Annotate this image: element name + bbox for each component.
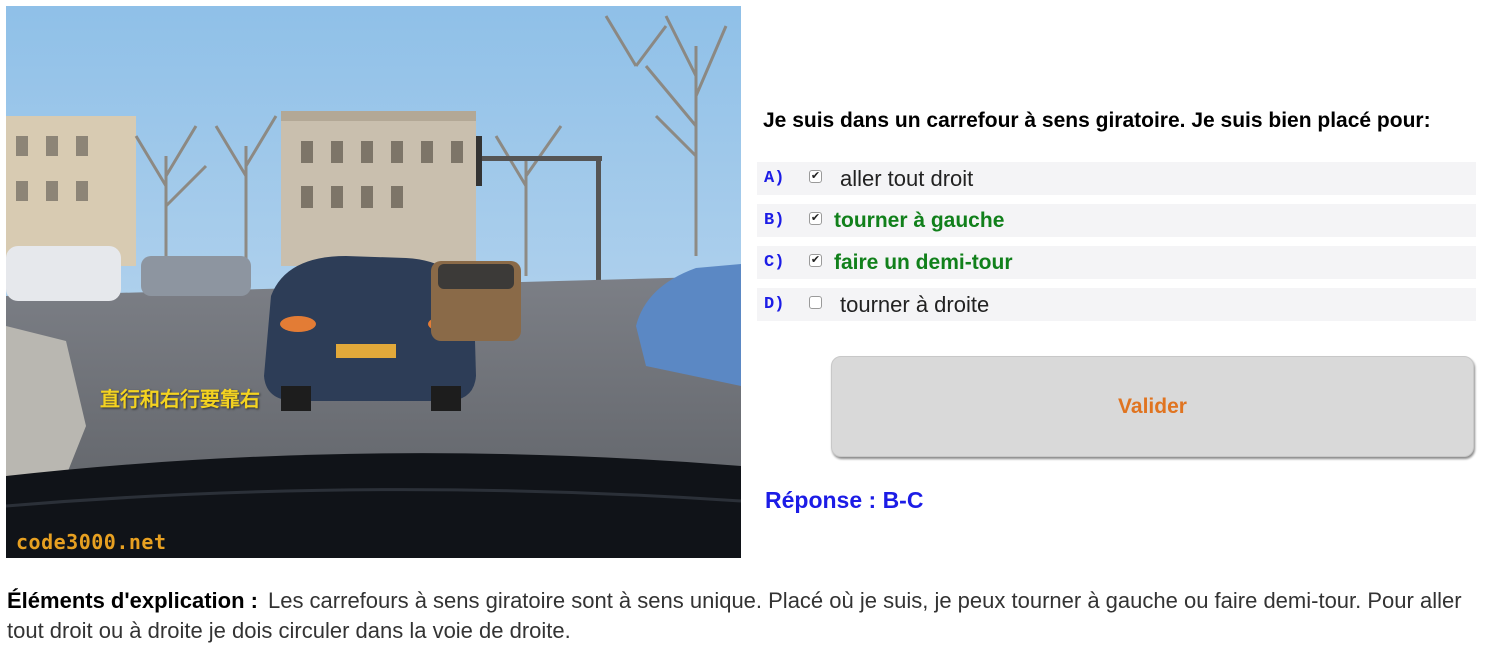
answer-letter: C)	[764, 253, 785, 272]
photo-caption: 直行和右行要靠右	[100, 387, 260, 411]
answer-option-c[interactable]: C) ✔ faire un demi-tour	[757, 246, 1476, 279]
answer-label: faire un demi-tour	[834, 250, 1013, 274]
explanation-block: Éléments d'explication : Les carrefours à…	[7, 586, 1477, 646]
answer-option-a[interactable]: A) ✔ aller tout droit	[757, 162, 1476, 195]
answer-option-d[interactable]: D) tourner à droite	[757, 288, 1476, 321]
answer-list: A) ✔ aller tout droit B) ✔ tourner à gau…	[757, 162, 1476, 330]
answer-letter: A)	[764, 169, 785, 188]
answer-option-b[interactable]: B) ✔ tourner à gauche	[757, 204, 1476, 237]
explanation-label: Éléments d'explication :	[7, 588, 258, 613]
question-photo: 直行和右行要靠右 code3000.net	[6, 6, 741, 558]
roundabout-scene-image	[6, 6, 741, 558]
answer-checkbox-b[interactable]: ✔	[809, 212, 822, 225]
answer-checkbox-a[interactable]: ✔	[809, 170, 822, 183]
response-text: Réponse : B-C	[765, 487, 924, 513]
watermark-text: code3000.net	[16, 530, 167, 554]
answer-letter: D)	[764, 295, 785, 314]
answer-checkbox-c[interactable]: ✔	[809, 254, 822, 267]
answer-letter: B)	[764, 211, 785, 230]
validate-button[interactable]: Valider	[831, 356, 1474, 457]
answer-checkbox-d[interactable]	[809, 296, 822, 309]
question-text: Je suis dans un carrefour à sens giratoi…	[763, 109, 1431, 132]
answer-label: tourner à gauche	[834, 208, 1005, 232]
answer-label: aller tout droit	[840, 165, 974, 191]
answer-label: tourner à droite	[840, 291, 990, 317]
